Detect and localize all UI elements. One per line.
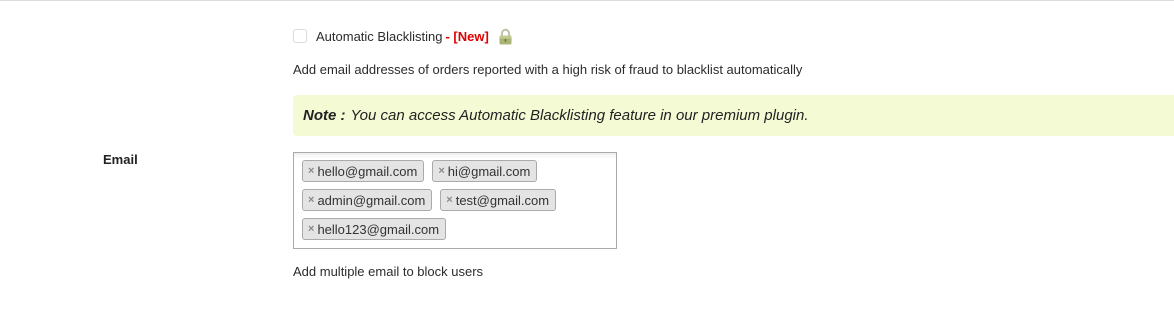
email-tag: × hi@gmail.com <box>432 160 538 182</box>
automatic-blacklisting-label[interactable]: Automatic Blacklisting <box>316 29 442 44</box>
email-help-text: Add multiple email to block users <box>293 264 484 279</box>
remove-tag-icon[interactable]: × <box>438 165 444 177</box>
new-badge: - [New] <box>445 28 489 44</box>
note-label: Note : <box>303 107 346 124</box>
email-tag: × hello@gmail.com <box>302 160 425 182</box>
email-tag: × test@gmail.com <box>440 189 557 211</box>
email-tag-label: hello123@gmail.com <box>317 221 440 237</box>
top-divider <box>0 0 1174 1</box>
automatic-blacklisting-description: Add email addresses of orders reported w… <box>293 62 803 77</box>
email-tag: × hello123@gmail.com <box>302 218 447 240</box>
email-tag-label: admin@gmail.com <box>317 192 426 208</box>
remove-tag-icon[interactable]: × <box>308 194 314 206</box>
email-tags-input[interactable]: × hello@gmail.com × hi@gmail.com × admin… <box>293 152 617 249</box>
remove-tag-icon[interactable]: × <box>446 194 452 206</box>
automatic-blacklisting-row: Automatic Blacklisting - [New] <box>293 27 513 45</box>
email-field-label: Email <box>103 152 138 167</box>
lock-icon <box>498 28 513 45</box>
remove-tag-icon[interactable]: × <box>308 165 314 177</box>
email-tag: × admin@gmail.com <box>302 189 433 211</box>
remove-tag-icon[interactable]: × <box>308 223 314 235</box>
email-tag-label: hello@gmail.com <box>317 163 418 179</box>
email-tag-label: hi@gmail.com <box>447 163 531 179</box>
premium-note: Note : You can access Automatic Blacklis… <box>293 95 1174 136</box>
email-tag-label: test@gmail.com <box>455 192 550 208</box>
note-text: You can access Automatic Blacklisting fe… <box>350 107 809 124</box>
automatic-blacklisting-checkbox[interactable] <box>293 29 307 43</box>
